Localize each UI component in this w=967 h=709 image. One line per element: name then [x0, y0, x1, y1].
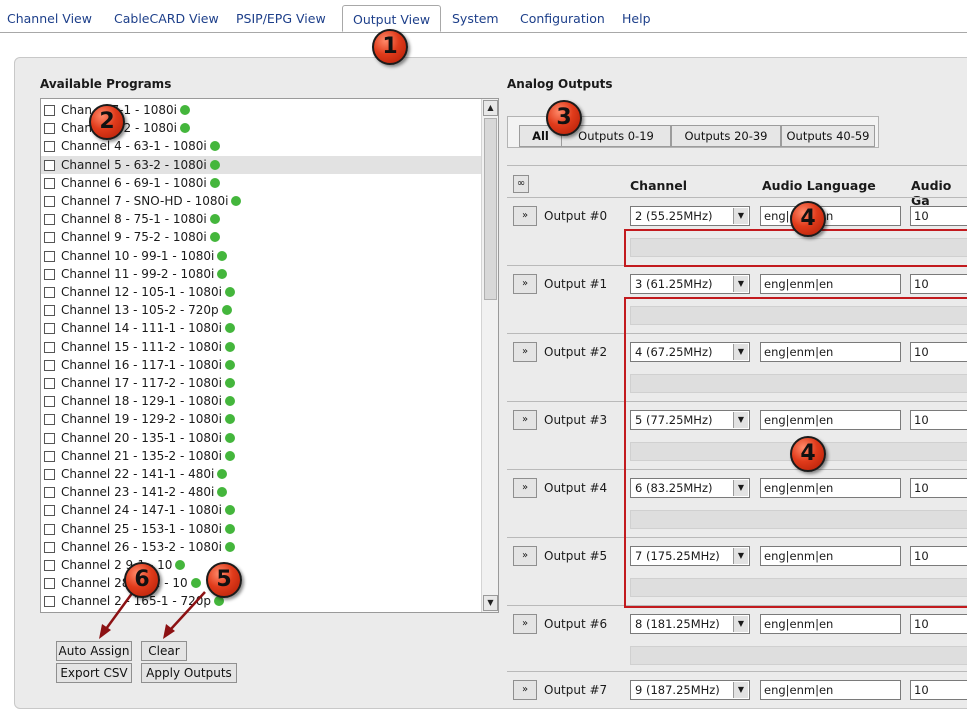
annotation-badge-4b: 4	[790, 436, 826, 472]
arrow-to-auto-assign	[104, 591, 135, 630]
annotation-badge-3: 3	[546, 100, 582, 136]
annotation-badge-6: 6	[124, 562, 160, 598]
arrow-to-clear	[170, 591, 206, 630]
annotation-badge-5: 5	[206, 562, 242, 598]
annotation-badge-4a: 4	[790, 201, 826, 237]
annotation-badge-2: 2	[89, 104, 125, 140]
annotation-badge-1: 1	[372, 29, 408, 65]
